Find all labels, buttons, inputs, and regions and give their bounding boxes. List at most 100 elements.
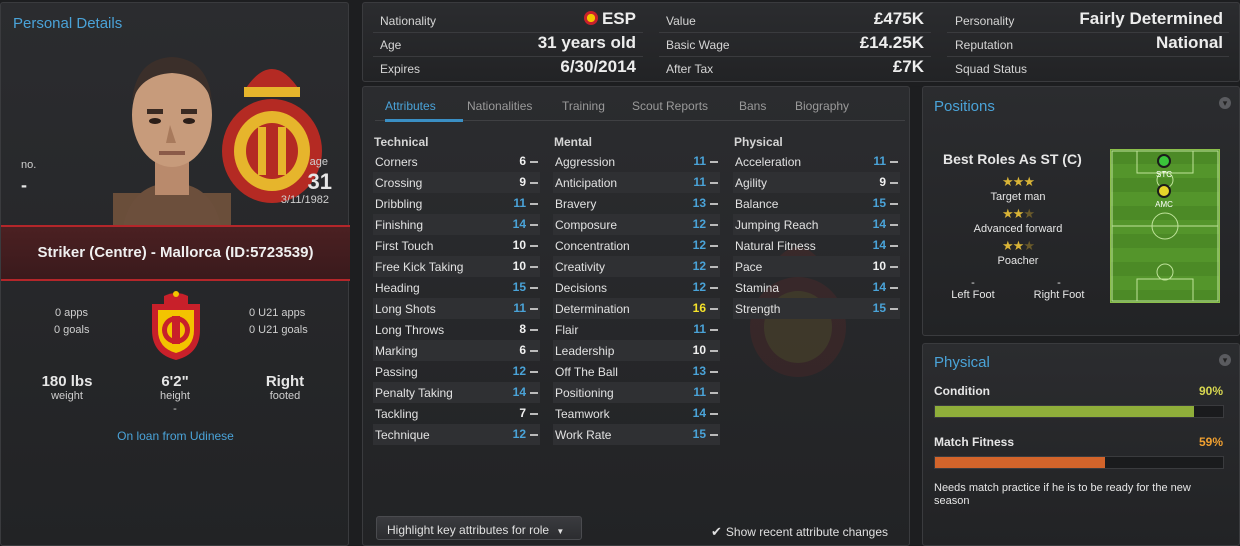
collapse-icon[interactable]: ▾: [1219, 354, 1231, 366]
no-change-icon: [890, 182, 898, 184]
attribute-row[interactable]: Leadership 10: [553, 340, 720, 361]
attribute-name: Balance: [735, 197, 779, 211]
attribute-row[interactable]: First Touch 10: [373, 235, 540, 256]
attribute-name: Pace: [735, 260, 763, 274]
match-fitness-label: Match Fitness: [934, 435, 1015, 449]
attribute-name: Aggression: [555, 155, 616, 169]
attribute-value: 15: [872, 301, 886, 315]
attribute-row[interactable]: Aggression 11: [553, 151, 720, 172]
info-row-basic-wage: Basic Wage £14.25K: [666, 33, 924, 55]
no-change-icon: [710, 182, 718, 184]
attribute-row[interactable]: Penalty Taking 14: [373, 382, 540, 403]
attribute-value: 10: [512, 259, 526, 273]
date-of-birth: 3/11/1982: [280, 194, 329, 206]
attribute-row[interactable]: Long Throws 8: [373, 319, 540, 340]
no-change-icon: [530, 161, 538, 163]
attribute-name: Teamwork: [555, 407, 610, 421]
highlight-attributes-button[interactable]: Highlight key attributes for role ▼: [376, 516, 582, 540]
attribute-row[interactable]: Bravery 13: [553, 193, 720, 214]
info-label: Basic Wage: [666, 38, 730, 52]
no-change-icon: [710, 203, 718, 205]
role-advanced-forward: ★★★ Advanced forward: [963, 205, 1073, 235]
tab-training[interactable]: Training: [562, 99, 605, 113]
no-change-icon: [710, 329, 718, 331]
collapse-icon[interactable]: ▾: [1219, 97, 1231, 109]
dropdown-arrow-icon: ▼: [556, 527, 565, 536]
attribute-row[interactable]: Dribbling 11: [373, 193, 540, 214]
attribute-row[interactable]: Finishing 14: [373, 214, 540, 235]
three-stars-icon: ★★★: [1002, 174, 1035, 189]
show-recent-changes-checkbox[interactable]: ✔ Show recent attribute changes: [711, 524, 888, 540]
attribute-row[interactable]: Concentration 12: [553, 235, 720, 256]
tab-scout-reports[interactable]: Scout Reports: [632, 99, 708, 113]
attribute-name: Crossing: [375, 176, 423, 190]
checkmark-icon: ✔: [711, 524, 722, 539]
right-foot: - Right Foot: [1027, 277, 1091, 301]
attribute-row[interactable]: Work Rate 15: [553, 424, 720, 445]
info-label: Value: [666, 14, 696, 28]
attribute-row[interactable]: Marking 6: [373, 340, 540, 361]
no-change-icon: [530, 245, 538, 247]
info-row-value: Value £475K: [666, 9, 924, 31]
tab-biography[interactable]: Biography: [795, 99, 849, 113]
role-name: Poacher: [997, 255, 1039, 267]
attribute-value: 6: [519, 343, 526, 357]
attribute-value: 11: [693, 322, 706, 336]
height-value: 6'2": [161, 373, 189, 390]
attribute-row[interactable]: Pace 10: [733, 256, 900, 277]
show-recent-label: Show recent attribute changes: [725, 525, 889, 539]
attribute-row[interactable]: Creativity 12: [553, 256, 720, 277]
attribute-value: 8: [519, 322, 526, 336]
attribute-row[interactable]: Determination 16: [553, 298, 720, 319]
attribute-row[interactable]: Anticipation 11: [553, 172, 720, 193]
positions-title: Positions: [934, 98, 995, 115]
info-value: £14.25K: [859, 33, 924, 52]
attribute-row[interactable]: Teamwork 14: [553, 403, 720, 424]
attribute-row[interactable]: Balance 15: [733, 193, 900, 214]
attribute-row[interactable]: Corners 6: [373, 151, 540, 172]
no-change-icon: [890, 224, 898, 226]
info-value: National: [1155, 33, 1223, 52]
attribute-row[interactable]: Tackling 7: [373, 403, 540, 424]
attribute-row[interactable]: Positioning 11: [553, 382, 720, 403]
attribute-row[interactable]: Passing 12: [373, 361, 540, 382]
active-tab-indicator: [385, 119, 463, 122]
attribute-row[interactable]: Long Shots 11: [373, 298, 540, 319]
match-fitness-value: 59%: [1198, 435, 1223, 449]
attribute-row[interactable]: Heading 15: [373, 277, 540, 298]
attribute-row[interactable]: Decisions 12: [553, 277, 720, 298]
no-change-icon: [530, 224, 538, 226]
attribute-value: 12: [692, 280, 706, 294]
info-row-after-tax: After Tax £7K: [666, 57, 924, 79]
no-change-icon: [710, 392, 718, 394]
attribute-value: 10: [872, 259, 886, 273]
tab-attributes[interactable]: Attributes: [385, 99, 436, 113]
tab-bans[interactable]: Bans: [739, 99, 766, 113]
attribute-row[interactable]: Acceleration 11: [733, 151, 900, 172]
attribute-name: Heading: [375, 281, 420, 295]
attribute-row[interactable]: Agility 9: [733, 172, 900, 193]
position-dot-amc: [1157, 184, 1171, 198]
attribute-row[interactable]: Crossing 9: [373, 172, 540, 193]
fitness-note: Needs match practice if he is to be read…: [934, 482, 1191, 507]
info-label: Nationality: [380, 14, 437, 28]
tab-nationalities[interactable]: Nationalities: [467, 99, 532, 113]
attribute-name: Positioning: [555, 386, 614, 400]
attribute-row[interactable]: Flair 11: [553, 319, 720, 340]
player-photo: [113, 57, 231, 225]
attribute-value: 15: [872, 196, 886, 210]
attribute-name: Technique: [375, 428, 430, 442]
attribute-row[interactable]: Natural Fitness 14: [733, 235, 900, 256]
no-change-icon: [530, 203, 538, 205]
attribute-row[interactable]: Strength 15: [733, 298, 900, 319]
attribute-row[interactable]: Stamina 14: [733, 277, 900, 298]
attribute-row[interactable]: Composure 12: [553, 214, 720, 235]
no-change-icon: [530, 182, 538, 184]
height-label: height: [160, 390, 190, 402]
attribute-row[interactable]: Jumping Reach 14: [733, 214, 900, 235]
attribute-row[interactable]: Technique 12: [373, 424, 540, 445]
attribute-row[interactable]: Free Kick Taking 10: [373, 256, 540, 277]
condition-bar: [934, 405, 1224, 418]
attribute-row[interactable]: Off The Ball 13: [553, 361, 720, 382]
loan-status-link[interactable]: On loan from Udinese: [1, 429, 350, 443]
